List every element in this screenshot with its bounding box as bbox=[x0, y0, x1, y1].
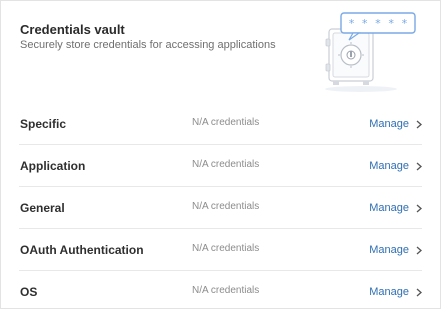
chevron-right-icon bbox=[416, 246, 422, 254]
page-title: Credentials vault bbox=[20, 22, 125, 37]
manage-label[interactable]: Manage bbox=[369, 202, 409, 214]
credentials-vault-card: Credentials vault Securely store credent… bbox=[0, 0, 441, 309]
page-subtitle: Securely store credentials for accessing… bbox=[20, 39, 276, 51]
credential-count: N/A credentials bbox=[192, 117, 260, 128]
category-name: General bbox=[20, 201, 65, 215]
chevron-right-icon bbox=[416, 288, 422, 296]
manage-label[interactable]: Manage bbox=[369, 118, 409, 130]
chevron-right-icon bbox=[416, 204, 422, 212]
vault-header: Credentials vault Securely store credent… bbox=[1, 1, 440, 101]
list-item: Specific N/A credentials Manage bbox=[19, 103, 422, 145]
credential-category-list: Specific N/A credentials Manage Applicat… bbox=[1, 103, 440, 312]
chevron-right-icon bbox=[416, 162, 422, 170]
manage-link[interactable]: Manage bbox=[369, 283, 422, 301]
category-name: Application bbox=[20, 159, 86, 173]
category-name: OS bbox=[20, 285, 38, 299]
manage-label[interactable]: Manage bbox=[369, 160, 409, 172]
list-item: OAuth Authentication N/A credentials Man… bbox=[19, 229, 422, 271]
list-item: OS N/A credentials Manage bbox=[19, 271, 422, 312]
manage-link[interactable]: Manage bbox=[369, 199, 422, 217]
category-name: Specific bbox=[20, 117, 67, 131]
manage-label[interactable]: Manage bbox=[369, 286, 409, 298]
vault-safe-icon: * * * * * bbox=[325, 12, 416, 92]
list-item: Application N/A credentials Manage bbox=[19, 145, 422, 187]
credential-count: N/A credentials bbox=[192, 159, 260, 170]
manage-link[interactable]: Manage bbox=[369, 157, 422, 175]
credential-count: N/A credentials bbox=[192, 285, 260, 296]
manage-label[interactable]: Manage bbox=[369, 244, 409, 256]
category-name: OAuth Authentication bbox=[20, 243, 144, 257]
manage-link[interactable]: Manage bbox=[369, 115, 422, 133]
credential-count: N/A credentials bbox=[192, 243, 260, 254]
credential-count: N/A credentials bbox=[192, 201, 260, 212]
password-mask: * * * * * bbox=[348, 17, 408, 30]
manage-link[interactable]: Manage bbox=[369, 241, 422, 259]
list-item: General N/A credentials Manage bbox=[19, 187, 422, 229]
chevron-right-icon bbox=[416, 120, 422, 128]
